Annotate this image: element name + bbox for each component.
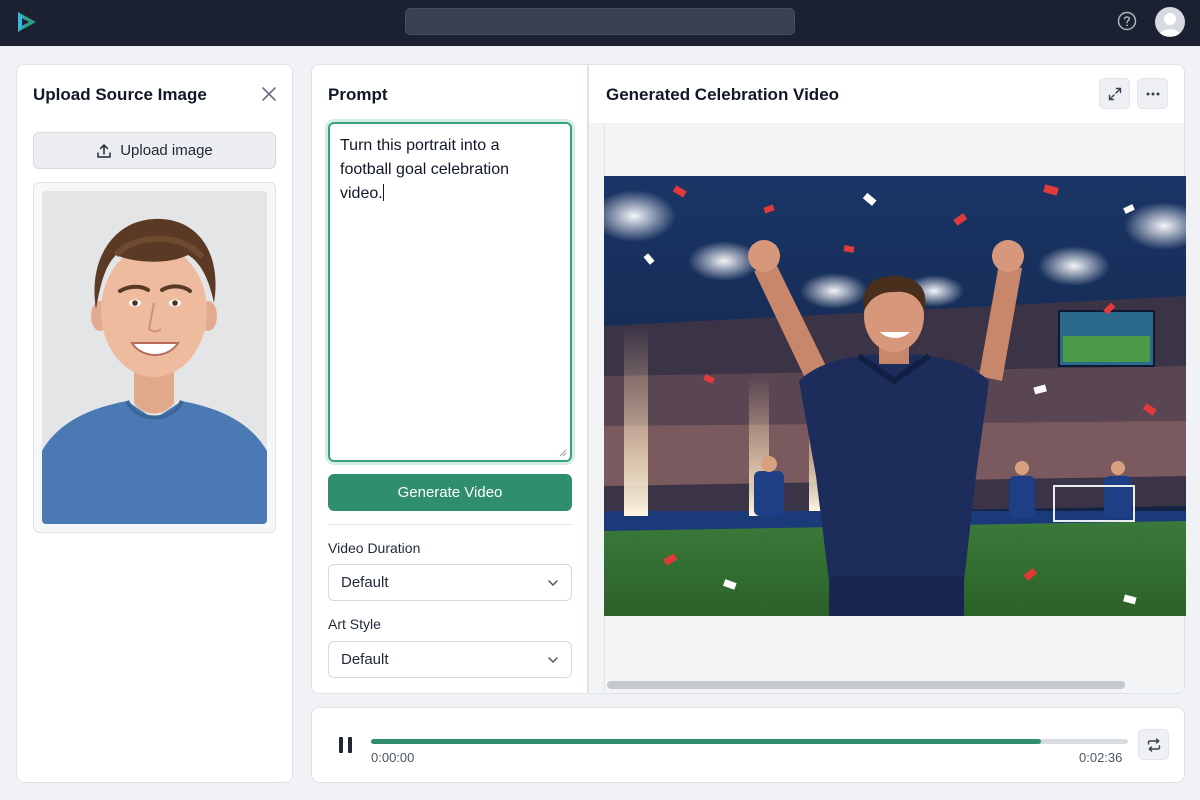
horizontal-scrollbar[interactable]: [607, 681, 1125, 689]
more-horizontal-icon: [1146, 92, 1159, 95]
expand-button[interactable]: [1099, 78, 1130, 109]
more-options-button[interactable]: [1137, 78, 1168, 109]
repeat-button[interactable]: [1138, 729, 1169, 760]
play-logo-icon[interactable]: [14, 9, 40, 35]
source-portrait-image: [42, 191, 267, 524]
art-style-label: Art Style: [328, 616, 381, 632]
prompt-textarea[interactable]: Turn this portrait into a football goal …: [328, 122, 572, 462]
video-viewport: [589, 123, 1186, 693]
current-time: 0:00:00: [371, 750, 415, 765]
top-bar: [0, 0, 1200, 46]
upload-panel-title: Upload Source Image: [33, 85, 207, 104]
prompt-panel: Prompt Turn this portrait into a footbal…: [311, 64, 588, 694]
upload-button-label: Upload image: [120, 142, 213, 159]
video-duration-select[interactable]: Default: [328, 564, 572, 601]
prompt-panel-title: Prompt: [328, 85, 388, 104]
upload-source-panel: Upload Source Image Upload image: [16, 64, 293, 783]
video-panel-title: Generated Celebration Video: [606, 85, 840, 104]
upload-icon: [97, 143, 111, 158]
pause-icon[interactable]: [336, 733, 356, 757]
divider: [328, 524, 572, 525]
generate-video-button[interactable]: Generate Video: [328, 474, 572, 511]
expand-icon: [1108, 87, 1121, 100]
search-input[interactable]: [405, 8, 795, 35]
video-duration-label: Video Duration: [328, 540, 421, 556]
art-style-value: Default: [341, 651, 389, 668]
generated-video-frame[interactable]: [604, 176, 1186, 616]
video-player-controls: 0:00:00 0:02:36: [311, 707, 1185, 783]
user-avatar-icon[interactable]: [1155, 7, 1185, 37]
video-duration-value: Default: [341, 574, 389, 591]
playback-progress-bar[interactable]: [371, 739, 1128, 744]
source-image-frame: [33, 182, 276, 533]
text-caret: [382, 184, 384, 201]
help-circle-icon[interactable]: [1116, 10, 1138, 32]
playback-progress-fill: [371, 739, 1041, 744]
generated-video-panel: Generated Celebration Video: [588, 64, 1186, 694]
total-time: 0:02:36: [1079, 750, 1123, 765]
chevron-down-icon: [548, 579, 558, 586]
upload-image-button[interactable]: Upload image: [33, 132, 276, 169]
resize-grip-icon[interactable]: [557, 447, 567, 457]
prompt-text: Turn this portrait into a football goal …: [340, 137, 510, 202]
close-icon[interactable]: [260, 85, 278, 103]
repeat-icon: [1147, 737, 1160, 752]
chevron-down-icon: [548, 656, 558, 663]
art-style-select[interactable]: Default: [328, 641, 572, 678]
